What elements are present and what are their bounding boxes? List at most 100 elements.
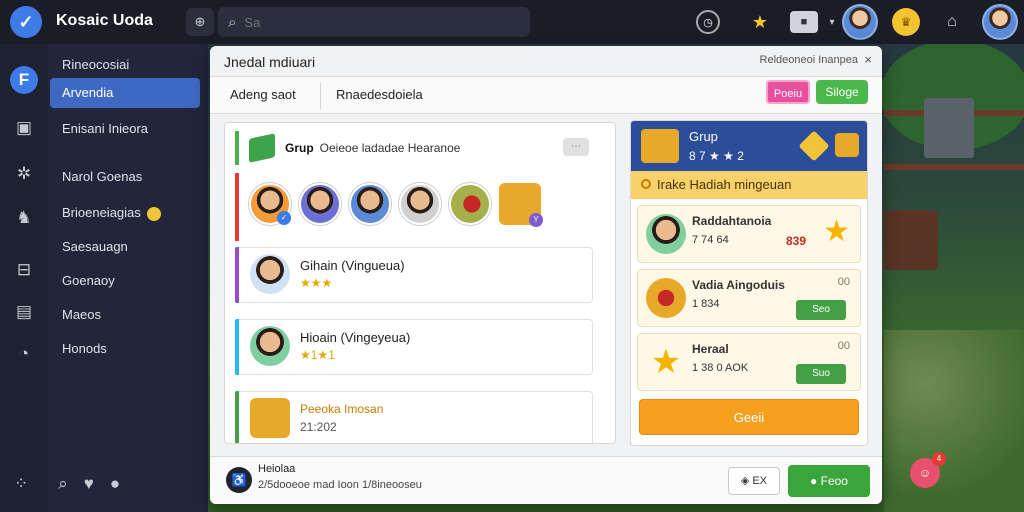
more-icon[interactable]: ⋯ (563, 138, 589, 156)
people-icon[interactable]: ♞ (12, 206, 36, 230)
close-icon[interactable]: × (864, 52, 872, 67)
gift-box-icon[interactable]: ■ (790, 11, 818, 33)
calendar-icon[interactable]: ▤ (12, 300, 36, 324)
reward-header-title: Grup (689, 129, 718, 144)
clock-icon[interactable]: ◔ (12, 342, 36, 366)
menu-item-0[interactable]: Rineocosiai (50, 50, 200, 80)
tab-bar: Adeng saot Rnaedesdoiela Poeiu Siloge (210, 76, 882, 114)
row-accent (235, 319, 239, 375)
heart-icon[interactable]: ♥ (84, 474, 94, 494)
avatar (646, 214, 686, 254)
menu-item-6[interactable]: Goenaoy (50, 266, 200, 296)
menu-item-7[interactable]: Maeos (50, 300, 200, 330)
reward-item[interactable]: ★ Heraal 1 38 0 AOK 00 Suo (637, 333, 861, 391)
menu-item-4-label: Brioeneiagias (62, 205, 141, 220)
treasure-box-icon[interactable]: Y (499, 183, 543, 227)
notification-avatar[interactable]: ☺ 4 (910, 452, 946, 488)
bench (884, 210, 938, 270)
green-button[interactable]: Siloge (816, 80, 868, 104)
list-item[interactable]: Peeoka Imosan 21:202 (235, 391, 593, 443)
reward-header-sub: 8 7 ★ ★ 2 (689, 149, 744, 163)
user-icon[interactable]: ● (110, 474, 120, 494)
reward-value: 00 (837, 340, 850, 352)
tab-0[interactable]: Adeng saot (220, 77, 306, 113)
avatar[interactable] (349, 183, 391, 225)
star-icon: ★ (650, 343, 682, 381)
avatar[interactable] (299, 183, 341, 225)
exit-button[interactable]: ◈ EX (728, 467, 780, 495)
list-item[interactable]: Gihain (Vingueua) ★★★ (235, 247, 593, 303)
search-input[interactable] (244, 14, 505, 30)
avatar (250, 254, 290, 294)
reward-item[interactable]: Vadia Aingoduis 1 834 00 Seo (637, 269, 861, 327)
menu-item-8[interactable]: Honods (50, 334, 200, 364)
group-desc: Oeieoe ladadae Hearanoe (319, 141, 461, 155)
app-logo[interactable]: ✓ (10, 6, 42, 38)
side-menu: Rineocosiai Arvendia Enisani Inieora Nar… (48, 44, 208, 512)
tab-1[interactable]: Rnaedesdoiela (326, 77, 433, 113)
notification-count: 4 (932, 452, 946, 466)
menu-item-3[interactable]: Narol Goenas (50, 162, 200, 192)
menu-item-4[interactable]: Brioeneiagias (50, 198, 200, 228)
pink-button[interactable]: Poeiu (766, 80, 810, 104)
weekly-reward-banner: Irake Hadiah mingeuan (631, 171, 867, 199)
spark-icon[interactable]: ✲ (12, 162, 36, 186)
clock-icon[interactable]: ◷ (696, 10, 720, 34)
menu-item-5[interactable]: Saesauagn (50, 232, 200, 262)
inbox-icon[interactable]: ⊟ (12, 258, 36, 282)
star-badge-icon[interactable]: ★ (746, 8, 774, 36)
cube-icon (249, 133, 275, 163)
reward-title: Heraal (692, 342, 729, 356)
home-icon[interactable]: ⌂ (938, 8, 966, 36)
search-bar[interactable]: ⌕ (218, 7, 530, 37)
member-avatars: ✓ Y (235, 173, 593, 241)
ruby-coin-icon (646, 278, 686, 318)
claim-button[interactable]: Suo (796, 364, 846, 384)
reward-header: Grup 8 7 ★ ★ 2 (631, 121, 867, 171)
piggy-icon: ● (810, 474, 821, 488)
avatar[interactable]: ✓ (249, 183, 291, 225)
group-header[interactable]: Grup Oeieoe ladadae Hearanoe ⋯ (235, 131, 593, 165)
feed-icon[interactable]: F (10, 66, 38, 94)
filter-icon[interactable]: ⊕ (186, 8, 214, 36)
reward-sub: 1 834 (692, 298, 720, 310)
crown-icon[interactable]: ♛ (892, 8, 920, 36)
menu-item-1[interactable]: Arvendia (50, 78, 200, 108)
apps-icon[interactable]: ⁘ (14, 474, 28, 494)
user-avatar[interactable] (842, 4, 878, 40)
gift-icon (250, 398, 290, 438)
list-item[interactable]: Hioain (Vingeyeua) ★1★1 (235, 319, 593, 375)
dialog-footer: ♿ Heiolaa 2/5dooeoe mad Ioon 1/8ineooseu… (210, 456, 882, 504)
coin-icon (146, 206, 161, 221)
profile-avatar[interactable] (982, 4, 1018, 40)
search-icon: ⌕ (228, 13, 237, 31)
tab-divider (320, 83, 321, 109)
exit-icon: ◈ (740, 475, 753, 487)
group-label: Grup (285, 141, 314, 155)
scroll-up-icon[interactable]: ▲ (615, 419, 616, 429)
avatar[interactable] (399, 183, 441, 225)
menu-item-2[interactable]: Enisani Inieora (50, 114, 200, 144)
side-icon-rail: F ▣ ✲ ♞ ⊟ ▤ ◔ (0, 44, 48, 512)
row-title: Hioain (Vingeyeua) (300, 330, 411, 345)
reward-title: Raddahtanoia (692, 214, 772, 228)
scroll-down-icon[interactable]: ▼ (615, 431, 616, 441)
dialog-right-label: Reldeoneoi Inanpea (759, 54, 858, 66)
gift-icon (641, 129, 679, 163)
bag-icon[interactable]: ▣ (12, 116, 36, 140)
app-title: Kosaic Uoda (56, 12, 153, 29)
search-icon[interactable]: ⌕ (58, 474, 68, 494)
row-time: 21:202 (300, 420, 337, 434)
reward-sub: 1 38 0 AOK (692, 362, 749, 374)
footer-title: Heiolaa (258, 463, 296, 475)
ruby-icon[interactable] (449, 183, 491, 225)
reward-item[interactable]: Raddahtanoia 7 74 64 839 ★ (637, 205, 861, 263)
collect-button[interactable]: Geeii (639, 399, 859, 435)
claim-button[interactable]: Seo (796, 300, 846, 320)
top-bar: ✓ Kosaic Uoda ⊕ ⌕ ◷ ★ ■ ▾ ♛ ⌂ (0, 0, 1024, 44)
clock-icon (641, 179, 651, 189)
dialog-title: Jnedal mdiuari (224, 54, 316, 70)
confirm-label: Feoo (820, 474, 848, 488)
confirm-button[interactable]: ● Feoo (788, 465, 870, 497)
row-title: Gihain (Vingueua) (300, 258, 405, 273)
